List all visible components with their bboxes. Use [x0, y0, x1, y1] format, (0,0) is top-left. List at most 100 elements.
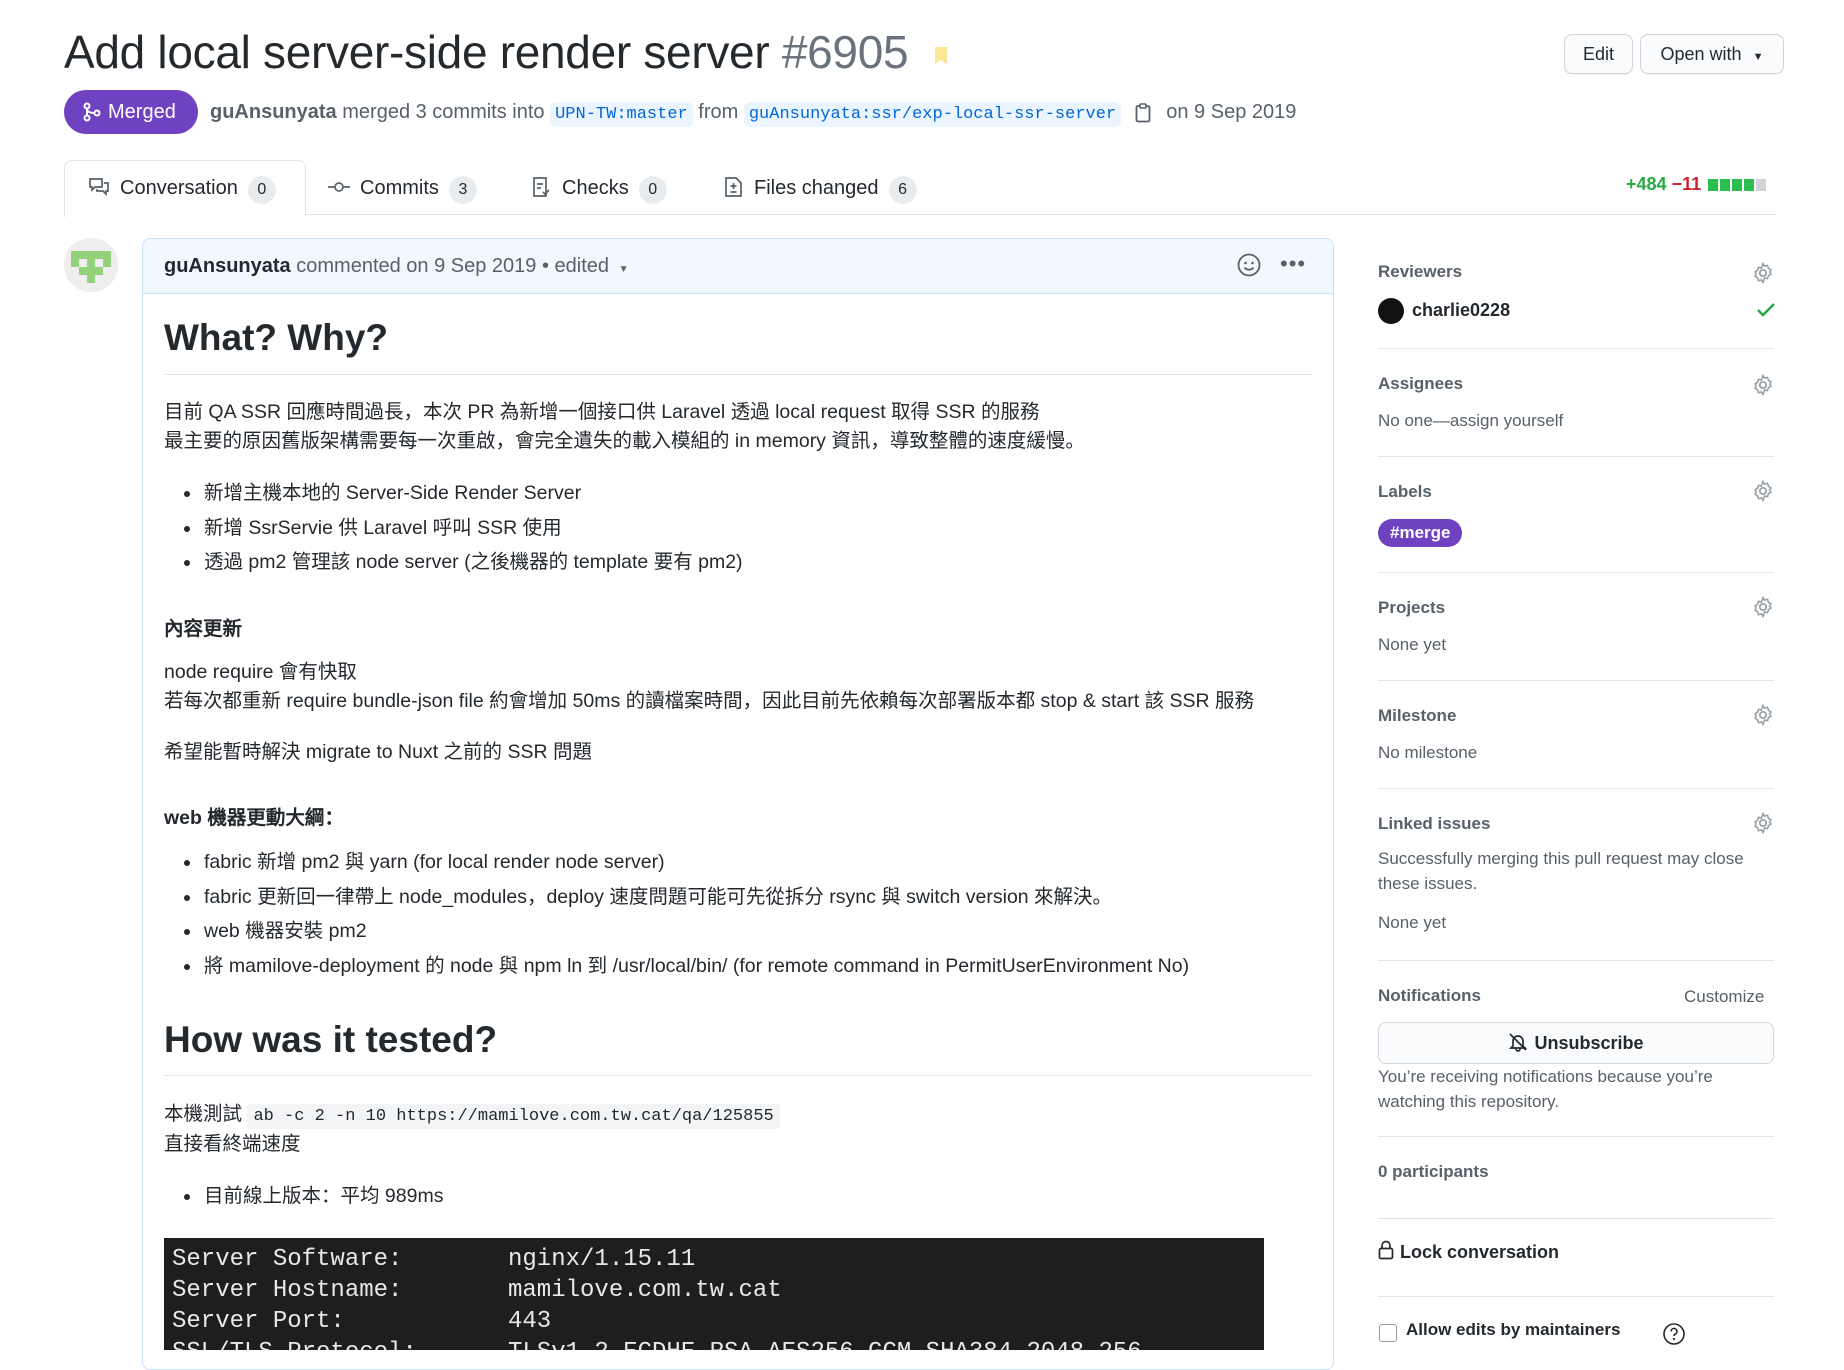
diffstat: +484 −11 — [1626, 174, 1767, 195]
lock-label: Lock conversation — [1400, 1242, 1560, 1262]
reviewer-name[interactable]: charlie0228 — [1412, 300, 1510, 321]
gear-icon[interactable] — [1752, 704, 1774, 726]
list-item: fabric 更新回一律帶上 node_modules，deploy 速度問題可… — [183, 883, 1112, 912]
open-with-button[interactable]: Open with ▼ — [1640, 34, 1784, 74]
terminal-key: Server Software: — [172, 1246, 403, 1273]
kebab-horizontal-icon[interactable]: ••• — [1280, 252, 1306, 276]
customize-link[interactable]: Customize — [1684, 984, 1764, 1009]
base-branch[interactable]: UPN-TW:master — [550, 102, 693, 127]
caret-down-icon: ▼ — [1752, 51, 1764, 63]
gear-icon[interactable] — [1752, 812, 1774, 834]
tab-checks[interactable]: Checks 0 — [532, 172, 667, 204]
tab-label: Conversation — [120, 177, 238, 199]
milestone-text: No milestone — [1378, 743, 1478, 762]
linked-issues-title[interactable]: Linked issues — [1378, 814, 1490, 834]
tab-conversation-content[interactable]: Conversation 0 — [88, 172, 276, 204]
file-diff-icon — [725, 176, 742, 197]
paragraph: 目前 QA SSR 回應時間過長，本次 PR 為新增一個接口供 Laravel … — [164, 401, 1040, 423]
comment-meta[interactable]: commented on 9 Sep 2019 • edited — [296, 255, 609, 277]
merged-state-badge: Merged — [64, 90, 198, 134]
pr-author-link[interactable]: guAnsunyata — [210, 101, 337, 123]
head-branch[interactable]: guAnsunyata:ssr/exp-local-ssr-server — [743, 102, 1122, 127]
question-icon[interactable] — [1662, 1322, 1686, 1346]
projects-title[interactable]: Projects — [1378, 598, 1445, 618]
paragraph-test: 本機測試 ab -c 2 -n 10 https://mamilove.com.… — [164, 1100, 780, 1131]
sidebar-divider — [1378, 960, 1774, 961]
sidebar-divider — [1378, 572, 1774, 573]
participants-count: 0 participants — [1378, 1162, 1489, 1181]
author-avatar[interactable] — [64, 238, 118, 292]
allow-edits-checkbox[interactable] — [1379, 1324, 1397, 1342]
tab-files-changed[interactable]: Files changed 6 — [724, 172, 917, 204]
diffstat-block — [1720, 179, 1731, 192]
heading-what-why: What? Why? — [164, 317, 389, 358]
allow-edits-label[interactable]: Allow edits by maintainers — [1406, 1320, 1620, 1340]
sidebar-divider — [1378, 1296, 1774, 1297]
reviewers-title[interactable]: Reviewers — [1378, 262, 1462, 282]
bell-slash-icon — [1509, 1033, 1528, 1053]
projects-text: None yet — [1378, 635, 1447, 654]
diffstat-block — [1708, 179, 1719, 192]
inline-code: ab -c 2 -n 10 https://mamilove.com.tw.ca… — [247, 1104, 780, 1129]
diffstat-block — [1756, 179, 1767, 192]
terminal-line: Server Software: nginx/1.15.11 — [164, 1238, 1264, 1275]
git-commit-icon — [328, 181, 350, 192]
list-item: 透過 pm2 管理該 node server (之後機器的 template 要… — [184, 548, 743, 577]
diffstat-block — [1744, 179, 1755, 192]
pr-title: Add local server-side render server #690… — [64, 22, 947, 82]
terminal-value: TLSv1.2,ECDHE-RSA-AES256-GCM-SHA384,2048… — [508, 1339, 1142, 1350]
list-item: 新增 SsrServie 供 Laravel 呼叫 SSR 使用 — [184, 514, 562, 543]
tab-label: Files changed — [754, 177, 879, 199]
assignees-text[interactable]: No one—assign yourself — [1378, 408, 1563, 433]
lock-conversation-link[interactable]: Lock conversation — [1378, 1240, 1560, 1263]
assignees-title[interactable]: Assignees — [1378, 374, 1463, 394]
caret-down-icon[interactable]: ▼ — [619, 264, 629, 275]
reviewer-avatar[interactable] — [1378, 298, 1404, 324]
tab-label: Commits — [360, 177, 439, 199]
checklist-icon — [533, 176, 550, 197]
terminal-line: SSL/TLS Protocol:TLSv1.2,ECDHE-RSA-AES25… — [164, 1337, 1264, 1350]
identicon-icon — [64, 238, 118, 292]
terminal-key: Server Port: — [172, 1308, 345, 1335]
clipboard-icon[interactable] — [1135, 102, 1151, 123]
gear-icon[interactable] — [1752, 262, 1774, 284]
labels-title[interactable]: Labels — [1378, 482, 1432, 502]
gear-icon[interactable] — [1752, 596, 1774, 618]
heading-divider — [164, 1075, 1312, 1076]
merged-label: Merged — [108, 101, 176, 123]
smiley-icon[interactable] — [1236, 252, 1262, 278]
heading-how-tested: How was it tested? — [164, 1019, 498, 1060]
unsubscribe-button[interactable]: Unsubscribe — [1378, 1022, 1774, 1064]
notification-reason: You’re receiving notifications because y… — [1378, 1067, 1713, 1086]
tab-commits[interactable]: Commits 3 — [328, 172, 477, 204]
milestone-title[interactable]: Milestone — [1378, 706, 1456, 726]
terminal-value: mamilove.com.tw.cat — [508, 1277, 782, 1304]
terminal-value: 443 — [508, 1308, 552, 1335]
label-merge[interactable]: #merge — [1378, 519, 1463, 547]
paragraph: 直接看終端速度 — [164, 1133, 301, 1155]
sidebar-divider — [1378, 788, 1774, 789]
bookmark-icon — [934, 47, 947, 65]
comment-author[interactable]: guAnsunyata — [164, 255, 291, 277]
linked-issues-text: these issues. — [1378, 874, 1478, 893]
open-with-label: Open with — [1660, 44, 1742, 64]
linked-issues-none: None yet — [1378, 913, 1447, 932]
pr-meta: guAnsunyata merged 3 commits into UPN-TW… — [210, 98, 1296, 129]
gear-icon[interactable] — [1752, 374, 1774, 396]
pr-title-text: Add local server-side render server — [64, 26, 770, 78]
gear-icon[interactable] — [1752, 480, 1774, 502]
list-item: 新增主機本地的 Server-Side Render Server — [183, 479, 581, 508]
notification-reason: watching this repository. — [1378, 1092, 1560, 1111]
notifications-title: Notifications — [1378, 986, 1481, 1005]
sidebar-divider — [1378, 680, 1774, 681]
check-icon — [1757, 303, 1775, 317]
tab-counter: 6 — [888, 176, 917, 204]
paragraph: node require 會有快取 — [164, 661, 357, 683]
pr-number: #6905 — [781, 26, 909, 78]
list-item: fabric 新增 pm2 與 yarn (for local render n… — [184, 848, 665, 877]
tab-counter: 0 — [638, 176, 667, 204]
sidebar-divider — [1378, 1136, 1774, 1137]
edit-button[interactable]: Edit — [1564, 34, 1633, 74]
diffstat-block — [1732, 179, 1743, 192]
heading-content-update: 內容更新 — [164, 618, 243, 640]
